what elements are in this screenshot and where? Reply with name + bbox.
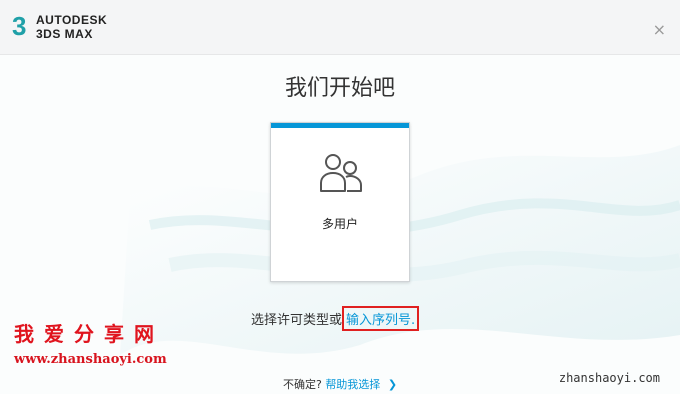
close-button[interactable]: ×: [653, 22, 666, 38]
card-label: 多用户: [321, 217, 358, 231]
watermark-right: zhanshaoyi.com: [558, 371, 660, 385]
watermark-title: 我爱分享网: [14, 322, 164, 346]
help-me-choose-link[interactable]: 帮助我选择: [325, 378, 380, 391]
chevron-right-icon[interactable]: ❯: [388, 378, 397, 391]
3ds-max-logo-mark: 3: [12, 11, 27, 41]
footer-unsure-text: 不确定?: [282, 378, 322, 391]
title-bar: 3 AUTODESK 3DS MAX ×: [0, 0, 680, 55]
page-title: 我们开始吧: [284, 76, 395, 101]
watermark-url: www.zhanshaoyi.com: [14, 352, 167, 367]
prompt-text: 选择许可类型或: [251, 313, 343, 328]
enter-serial-number-link[interactable]: 输入序列号.: [342, 306, 420, 331]
license-prompt: 选择许可类型或 输入序列号.: [251, 306, 420, 331]
brand-product: 3DS MAX: [36, 27, 93, 41]
card-accent-bar: [271, 123, 409, 128]
brand-company: AUTODESK: [36, 13, 108, 27]
users-icon: [320, 154, 362, 192]
multi-user-license-card[interactable]: 多用户: [270, 122, 410, 282]
